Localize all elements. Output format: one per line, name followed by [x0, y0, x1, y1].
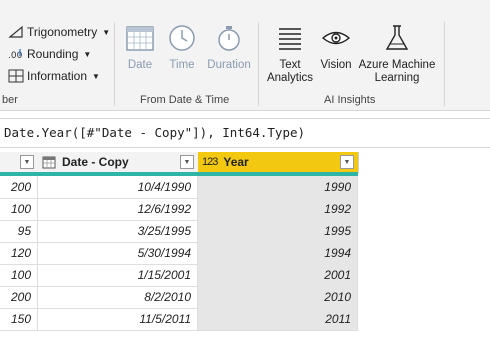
group-divider	[444, 22, 445, 106]
stopwatch-icon	[204, 24, 254, 55]
column-header-year[interactable]: 123 Year ▼	[198, 152, 359, 173]
table-row[interactable]: 200 10/4/1990 1990	[0, 176, 358, 199]
table-row[interactable]: 120 5/30/1994 1994	[0, 242, 358, 265]
azure-ml-button[interactable]: Azure Machine Learning	[356, 24, 438, 85]
rounding-button[interactable]: .00 Rounding ▼	[8, 45, 91, 63]
triangle-icon	[8, 24, 24, 40]
chevron-down-icon: ▼	[83, 49, 92, 59]
text-analytics-button[interactable]: Text Analytics	[264, 24, 316, 85]
time-button[interactable]: Time	[164, 24, 200, 71]
table-row[interactable]: 150 11/5/2011 2011	[0, 308, 358, 331]
text-lines-icon	[264, 24, 316, 55]
flask-icon	[356, 24, 438, 55]
eye-icon	[318, 24, 354, 55]
vision-button[interactable]: Vision	[318, 24, 354, 72]
table-row[interactable]: 100 1/15/2001 2001	[0, 264, 358, 287]
duration-button[interactable]: Duration	[204, 24, 254, 71]
calendar-icon	[122, 24, 158, 55]
number-group: Trigonometry ▼ .00 Rounding ▼ Informatio…	[0, 0, 114, 110]
clock-icon	[164, 24, 200, 55]
chevron-down-icon: ▼	[102, 27, 111, 37]
column-header-date-copy[interactable]: Date - Copy ▼	[38, 152, 199, 173]
number-type-icon: 123	[202, 156, 218, 168]
chevron-down-icon: ▼	[92, 71, 100, 81]
table-row[interactable]: 100 12/6/1992 1992	[0, 198, 358, 221]
formula-text: Date.Year([#"Date - Copy"]), Int64.Type)	[4, 125, 306, 140]
ai-insights-group-label: AI Insights	[324, 94, 376, 106]
rounding-icon: .00	[8, 46, 24, 62]
group-divider	[258, 22, 259, 106]
column-filter-button[interactable]: ▼	[20, 155, 34, 169]
number-group-label: ber	[2, 94, 18, 106]
column-filter-button[interactable]: ▼	[340, 155, 354, 169]
information-icon	[8, 68, 24, 84]
group-divider	[114, 22, 115, 106]
table-row[interactable]: 95 3/25/1995 1995	[0, 220, 358, 243]
ribbon: Trigonometry ▼ .00 Rounding ▼ Informatio…	[0, 0, 490, 111]
trigonometry-button[interactable]: Trigonometry ▼	[8, 23, 110, 41]
calendar-type-icon	[42, 156, 56, 169]
date-button[interactable]: Date	[122, 24, 158, 71]
column-header-amount[interactable]: ▼	[0, 152, 39, 173]
column-filter-button[interactable]: ▼	[180, 155, 194, 169]
information-button[interactable]: Information ▼	[8, 67, 100, 85]
table-row[interactable]: 200 8/2/2010 2010	[0, 286, 358, 309]
formula-bar[interactable]: Date.Year([#"Date - Copy"]), Int64.Type)	[0, 118, 490, 148]
date-time-group-label: From Date & Time	[140, 94, 230, 106]
